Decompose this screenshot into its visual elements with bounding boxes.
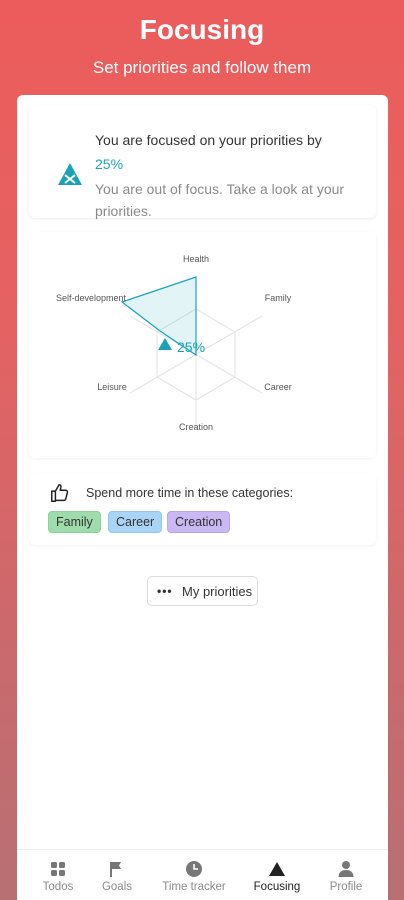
tab-label: Time tracker bbox=[162, 881, 226, 893]
tab-label: Profile bbox=[329, 881, 363, 893]
tab-goals[interactable]: Goals bbox=[97, 850, 137, 900]
page-title: Focusing bbox=[139, 14, 265, 45]
radar-label-leisure: Leisure bbox=[97, 382, 127, 392]
focus-advice-text: You are out of focus. Take a look at you… bbox=[95, 181, 345, 219]
tab-label: Todos bbox=[42, 881, 74, 893]
category-chip-creation[interactable]: Creation bbox=[167, 511, 231, 533]
bottom-tab-bar: Todos Goals Time tracker Focusing Profil… bbox=[17, 849, 388, 900]
tab-label: Focusing bbox=[253, 881, 301, 893]
page-subtitle: Set priorities and follow them bbox=[92, 58, 312, 77]
content-sheet: You are focused on your priorities by 25… bbox=[17, 95, 388, 900]
tab-focusing[interactable]: Focusing bbox=[250, 850, 304, 900]
tab-profile[interactable]: Profile bbox=[324, 850, 368, 900]
tab-label: Goals bbox=[101, 881, 133, 893]
focus-status-text: You are focused on your priorities by bbox=[95, 132, 322, 148]
tab-time-tracker[interactable]: Time tracker bbox=[155, 850, 233, 900]
person-icon bbox=[338, 861, 354, 877]
radar-label-career: Career bbox=[264, 382, 292, 392]
radar-center-value: 25% bbox=[177, 339, 205, 355]
radar-label-health: Health bbox=[183, 254, 209, 264]
radar-label-family: Family bbox=[265, 293, 292, 303]
more-dots-icon: ••• bbox=[157, 584, 173, 598]
my-priorities-label: My priorities bbox=[182, 584, 253, 599]
triangle-icon bbox=[269, 862, 285, 876]
flag-icon bbox=[110, 862, 121, 877]
category-chip-career[interactable]: Career bbox=[108, 511, 163, 533]
header: Focusing Set priorities and follow them bbox=[0, 0, 404, 95]
thumbs-up-icon bbox=[51, 484, 69, 502]
focus-percent: 25% bbox=[95, 156, 124, 172]
tab-todos[interactable]: Todos bbox=[37, 850, 79, 900]
clock-icon bbox=[186, 861, 202, 877]
radar-label-self-development: Self-development bbox=[56, 293, 127, 303]
priorities-radar-chart: Health Family Career Creation Leisure Se… bbox=[29, 232, 376, 458]
grid-icon bbox=[51, 862, 65, 876]
recommendations-hint: Spend more time in these categories: bbox=[86, 486, 294, 500]
focus-logo-icon bbox=[58, 163, 82, 185]
category-chip-family[interactable]: Family bbox=[48, 511, 101, 533]
my-priorities-button[interactable]: ••• My priorities bbox=[147, 576, 258, 606]
focus-status-card: You are focused on your priorities by 25… bbox=[29, 105, 376, 219]
radar-label-creation: Creation bbox=[179, 422, 213, 432]
recommendations-card: Spend more time in these categories: Fam… bbox=[29, 473, 376, 545]
